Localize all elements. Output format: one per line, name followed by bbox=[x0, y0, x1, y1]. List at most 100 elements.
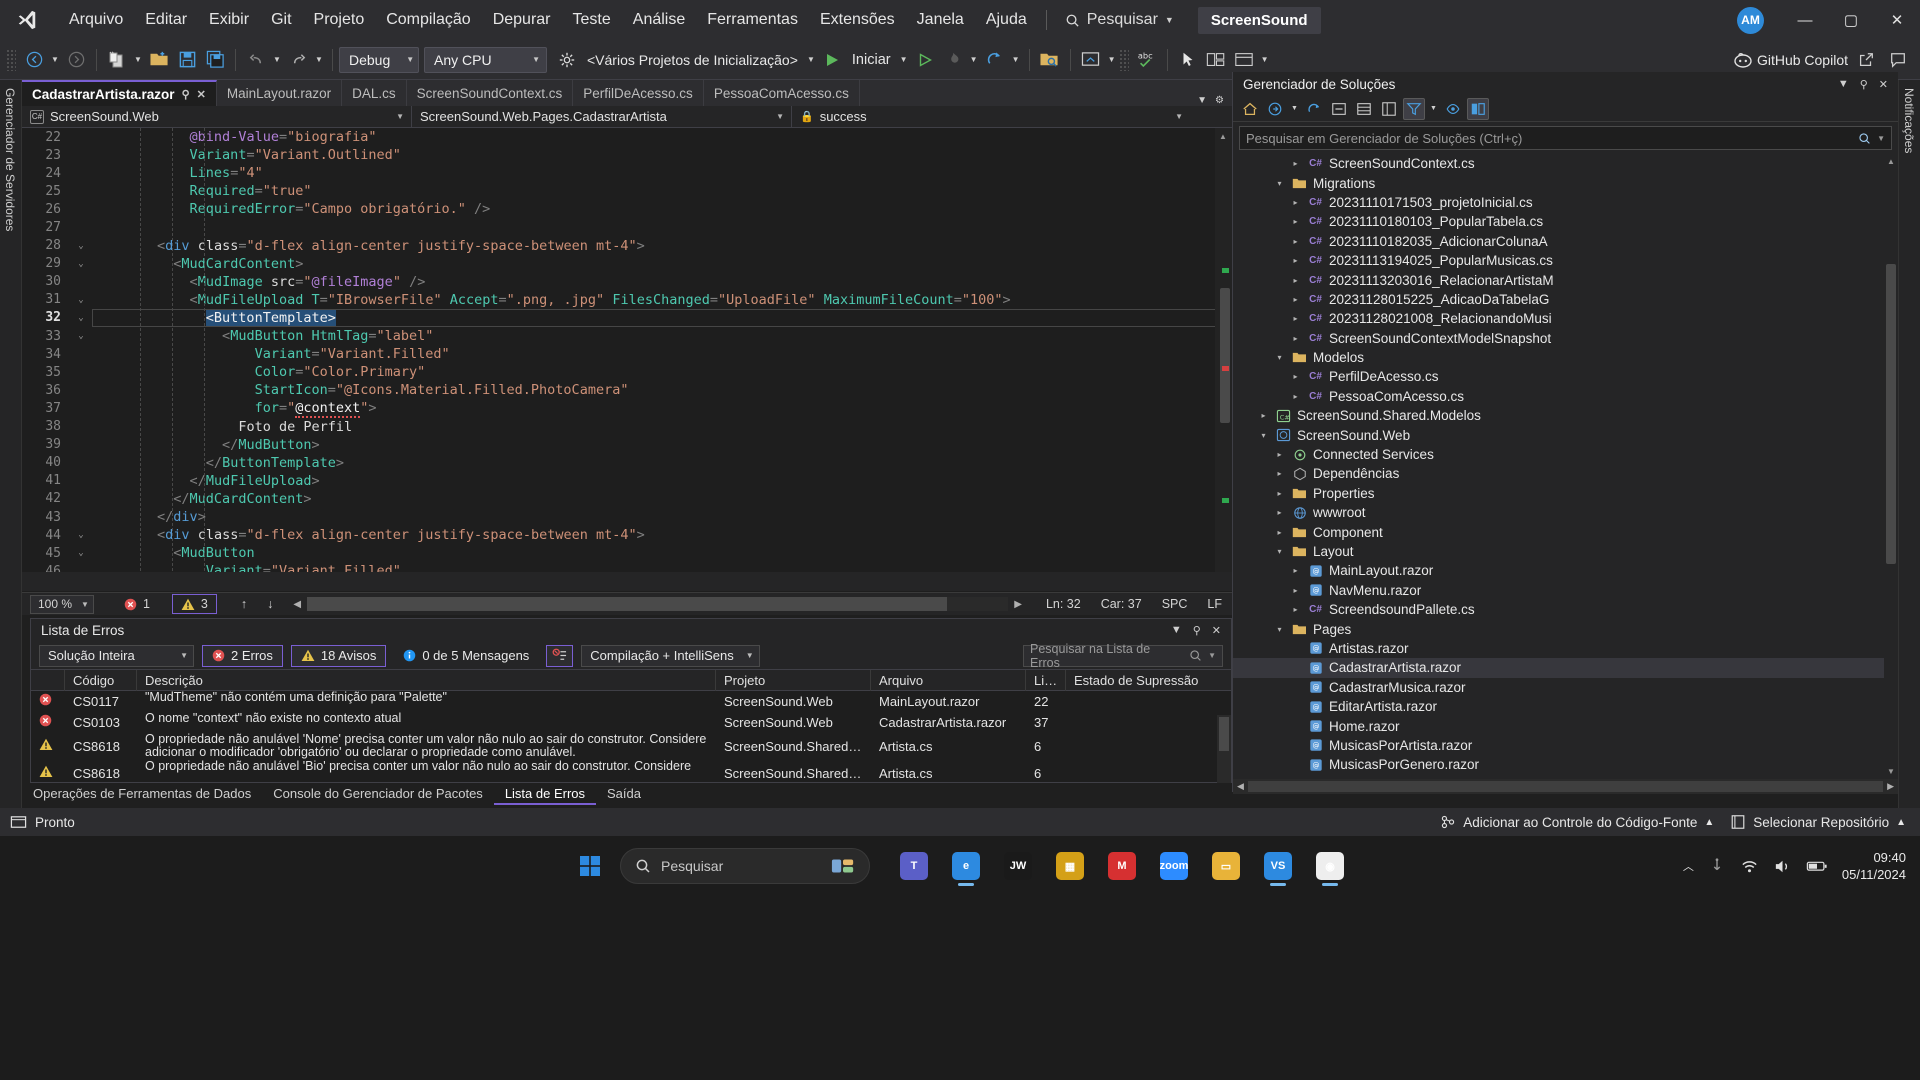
editor-horizontal-scrollbar[interactable] bbox=[22, 572, 1232, 591]
solution-tree-hscrollbar[interactable]: ◀ ▶ bbox=[1233, 779, 1898, 794]
document-tab-0[interactable]: CadastrarArtista.razor ⚲ ✕ bbox=[22, 80, 217, 106]
play-icon[interactable] bbox=[818, 46, 846, 74]
chevron-down-icon[interactable]: ▾ bbox=[1273, 179, 1286, 188]
jw-icon[interactable]: JW bbox=[996, 844, 1040, 888]
undo-icon[interactable] bbox=[242, 46, 270, 74]
solution-configuration-combo[interactable]: Debug ▼ bbox=[339, 46, 419, 73]
solution-explorer-search[interactable]: Pesquisar em Gerenciador de Soluções (Ct… bbox=[1239, 126, 1892, 150]
battery-icon[interactable] bbox=[1806, 857, 1828, 875]
feedback-icon[interactable] bbox=[1884, 46, 1912, 74]
column-description[interactable]: Descrição bbox=[137, 669, 716, 691]
tree-node-20231113203016-relacionarartistam[interactable]: ▸ C# 20231113203016_RelacionarArtistaM bbox=[1233, 270, 1898, 289]
solution-hscroll-thumb[interactable] bbox=[1247, 781, 1884, 792]
tree-node-home-razor[interactable]: @ Home.razor bbox=[1233, 716, 1898, 735]
startup-project-dropdown[interactable]: ▼ bbox=[804, 46, 818, 74]
zoom-icon[interactable]: zoom bbox=[1152, 844, 1196, 888]
xaml-tools-icon[interactable] bbox=[1230, 46, 1258, 74]
document-tab-2[interactable]: DAL.cs bbox=[342, 80, 407, 106]
tree-node-modelos[interactable]: ▾ Modelos bbox=[1233, 348, 1898, 367]
document-tab-4[interactable]: PerfilDeAcesso.cs bbox=[573, 80, 704, 106]
error-list-row[interactable]: CS0117 "MudTheme" não contém uma definiçã… bbox=[31, 691, 1231, 712]
indentation-mode[interactable]: SPC bbox=[1152, 597, 1198, 611]
share-icon[interactable] bbox=[1852, 46, 1880, 74]
source-control-button[interactable]: Adicionar ao Controle do Código-Fonte ▲ bbox=[1440, 814, 1714, 830]
column-code[interactable]: Código bbox=[65, 669, 137, 691]
refresh-icon[interactable] bbox=[1303, 98, 1325, 120]
chevron-right-icon[interactable]: ▸ bbox=[1289, 314, 1302, 323]
chevron-down-icon[interactable]: ▾ bbox=[1273, 547, 1286, 556]
chevron-down-icon[interactable]: ▾ bbox=[1257, 431, 1270, 440]
tree-node-musicasporgenero-razor[interactable]: @ MusicasPorGenero.razor bbox=[1233, 755, 1898, 774]
hscroll-right-arrow[interactable]: ▶ bbox=[1887, 781, 1898, 792]
editor-vertical-scrollbar[interactable]: ▲ bbox=[1215, 128, 1232, 572]
back-forward-dropdown[interactable]: ▼ bbox=[1289, 98, 1300, 120]
notifications-tab[interactable]: Notificações bbox=[1899, 80, 1919, 161]
volume-icon[interactable] bbox=[1773, 857, 1792, 876]
solution-name-chip[interactable]: ScreenSound bbox=[1197, 6, 1321, 34]
store-icon[interactable]: ▦ bbox=[1048, 844, 1092, 888]
error-list-row[interactable]: CS8618 O propriedade não anulável 'Nome' … bbox=[31, 733, 1231, 760]
taskbar-clock[interactable]: 09:40 05/11/2024 bbox=[1842, 849, 1906, 883]
restart-dropdown[interactable]: ▼ bbox=[1009, 46, 1023, 74]
chevron-down-icon[interactable]: ▾ bbox=[1273, 625, 1286, 634]
menu-analise[interactable]: Análise bbox=[622, 0, 696, 40]
tree-node-migrations[interactable]: ▾ Migrations bbox=[1233, 173, 1898, 192]
back-forward-icon[interactable] bbox=[1264, 98, 1286, 120]
arrow-up-icon[interactable]: ↑ bbox=[231, 597, 257, 611]
collapse-all-icon[interactable] bbox=[1328, 98, 1350, 120]
hscroll-left-arrow[interactable]: ◀ bbox=[293, 599, 301, 610]
chevron-right-icon[interactable]: ▸ bbox=[1273, 489, 1286, 498]
messages-filter-chip[interactable]: 0 de 5 Mensagens bbox=[394, 645, 538, 667]
window-minimize-button[interactable]: — bbox=[1782, 0, 1828, 40]
column-suppression[interactable]: Estado de Supressão bbox=[1066, 670, 1231, 691]
line-ending-mode[interactable]: LF bbox=[1197, 597, 1232, 611]
windows-start-icon[interactable] bbox=[568, 844, 612, 888]
editor-error-count[interactable]: 1 bbox=[116, 597, 158, 611]
chevron-right-icon[interactable]: ▸ bbox=[1289, 372, 1302, 381]
tree-node-wwwroot[interactable]: ▸ wwwroot bbox=[1233, 503, 1898, 522]
navbar-type-combo[interactable]: ScreenSound.Web.Pages.CadastrarArtista ▼ bbox=[412, 105, 792, 128]
errors-filter-chip[interactable]: 2 Erros bbox=[202, 644, 283, 667]
filter-icon[interactable] bbox=[1403, 97, 1425, 120]
preview-icon[interactable] bbox=[1442, 98, 1464, 120]
toolbar-grip[interactable] bbox=[6, 48, 16, 71]
menu-depurar[interactable]: Depurar bbox=[482, 0, 562, 40]
tree-node-screendsoundpallete-cs[interactable]: ▸ C# ScreendsoundPallete.cs bbox=[1233, 600, 1898, 619]
folder-search-icon[interactable] bbox=[1036, 46, 1064, 74]
tree-node-connected-services[interactable]: ▸ Connected Services bbox=[1233, 445, 1898, 464]
start-debug-label[interactable]: Iniciar bbox=[846, 52, 897, 68]
fold-toggle[interactable]: ⌄ bbox=[70, 259, 92, 269]
edge-icon[interactable]: e bbox=[944, 844, 988, 888]
chevron-right-icon[interactable]: ▸ bbox=[1289, 237, 1302, 246]
menu-ferramentas[interactable]: Ferramentas bbox=[696, 0, 809, 40]
tree-node-artistas-razor[interactable]: @ Artistas.razor bbox=[1233, 639, 1898, 658]
scroll-up-arrow[interactable]: ▲ bbox=[1887, 157, 1895, 166]
editor-scroll-thumb[interactable] bbox=[1220, 288, 1230, 423]
hscroll-right-arrow[interactable]: ▶ bbox=[1014, 599, 1022, 610]
pin-icon[interactable]: ⚲ bbox=[1860, 78, 1868, 91]
hot-reload-icon[interactable] bbox=[939, 46, 967, 74]
chevron-right-icon[interactable]: ▸ bbox=[1289, 295, 1302, 304]
code-editor[interactable]: 22 @bind-Value="biografia" 23 Variant="Va… bbox=[22, 128, 1232, 591]
document-tab-5[interactable]: PessoaComAcesso.cs bbox=[703, 80, 860, 106]
chevron-right-icon[interactable]: ▸ bbox=[1289, 217, 1302, 226]
abc-check-icon[interactable]: abc bbox=[1133, 46, 1161, 74]
menu-arquivo[interactable]: Arquivo bbox=[58, 0, 134, 40]
solution-tree-scroll-thumb[interactable] bbox=[1886, 264, 1896, 564]
fold-toggle[interactable]: ⌄ bbox=[70, 530, 92, 540]
close-icon[interactable]: ✕ bbox=[1212, 624, 1221, 637]
play-outline-icon[interactable] bbox=[911, 46, 939, 74]
menu-exibir[interactable]: Exibir bbox=[198, 0, 260, 40]
tree-node-properties[interactable]: ▸ Properties bbox=[1233, 484, 1898, 503]
chevron-down-icon[interactable]: ▼ bbox=[1197, 95, 1207, 106]
taskbar-search-box[interactable]: Pesquisar bbox=[620, 848, 870, 884]
fold-toggle[interactable]: ⌄ bbox=[70, 241, 92, 251]
new-project-icon[interactable] bbox=[103, 46, 131, 74]
hscroll-left-arrow[interactable]: ◀ bbox=[1233, 781, 1244, 792]
pin-icon[interactable]: ⚲ bbox=[182, 88, 190, 101]
fold-toggle[interactable]: ⌄ bbox=[70, 331, 92, 341]
tree-node-pessoacomacesso-cs[interactable]: ▸ C# PessoaComAcesso.cs bbox=[1233, 387, 1898, 406]
menu-janela[interactable]: Janela bbox=[906, 0, 975, 40]
global-search[interactable]: Pesquisar ▼ bbox=[1055, 6, 1184, 34]
menu-projeto[interactable]: Projeto bbox=[303, 0, 376, 40]
